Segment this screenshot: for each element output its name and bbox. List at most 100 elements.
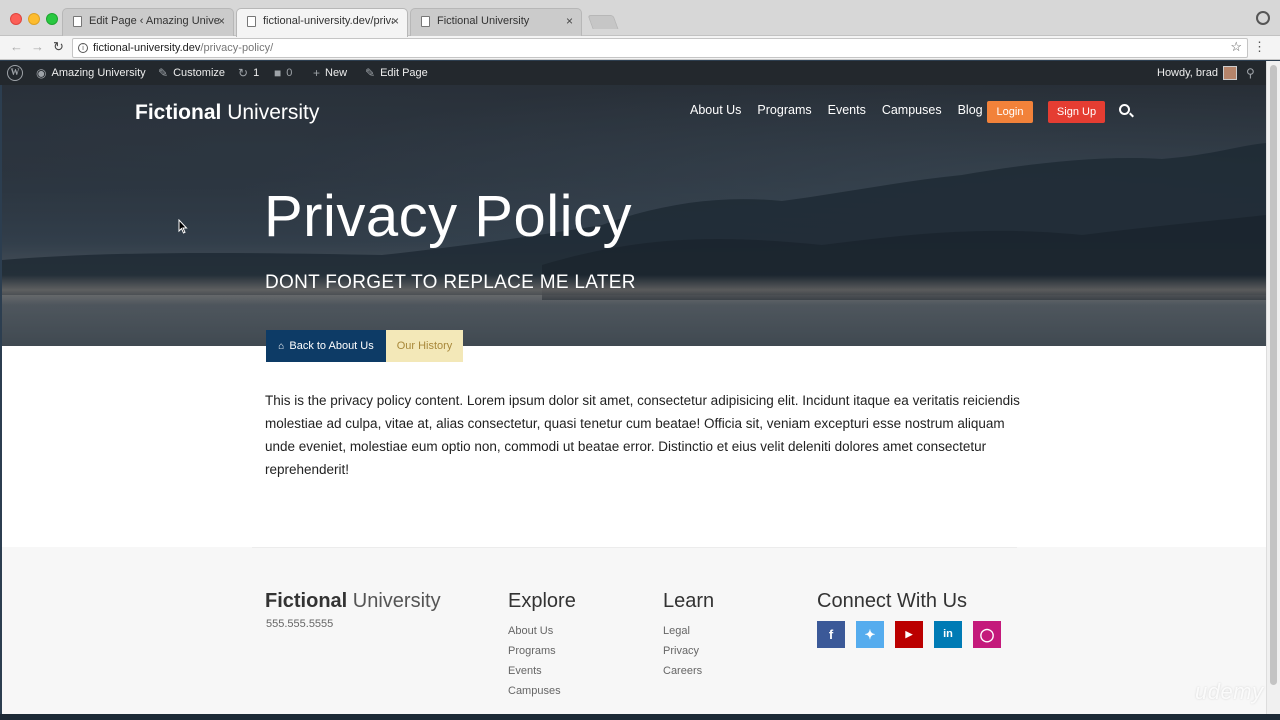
- footer-connect-title: Connect With Us: [817, 590, 968, 612]
- browser-tab-edit-page[interactable]: Edit Page ‹ Amazing University ×: [62, 8, 234, 36]
- page-subtitle: DONT FORGET TO REPLACE ME LATER: [265, 272, 636, 293]
- page-content: This is the privacy policy content. Lore…: [265, 393, 1020, 477]
- footer-link-privacy[interactable]: Privacy: [663, 641, 714, 661]
- signup-button[interactable]: Sign Up: [1048, 101, 1105, 123]
- info-icon[interactable]: i: [78, 43, 88, 53]
- footer-explore: Explore About Us Programs Events Campuse…: [508, 590, 576, 701]
- greeting-label: Howdy, brad: [1157, 67, 1218, 79]
- back-to-parent-button[interactable]: ⌂ Back to About Us: [266, 330, 386, 362]
- pencil-icon: ✎: [365, 66, 376, 80]
- avatar: [1222, 66, 1237, 80]
- close-window-button[interactable]: [10, 13, 22, 25]
- updates-icon: ↻: [238, 66, 249, 80]
- metabox: ⌂ Back to About Us Our History: [266, 330, 463, 362]
- profile-icon[interactable]: [1256, 11, 1270, 25]
- star-icon[interactable]: ☆: [1230, 39, 1242, 55]
- menu-icon[interactable]: ⋮: [1253, 39, 1266, 55]
- youtube-icon[interactable]: ▶: [895, 621, 923, 648]
- new-tab-button[interactable]: [587, 15, 619, 29]
- nav-campuses[interactable]: Campuses: [882, 103, 942, 117]
- back-to-parent-label: Back to About Us: [289, 340, 374, 352]
- tab-close-icon[interactable]: ×: [566, 14, 573, 28]
- tab-label: fictional-university.dev/privacy-policy/: [263, 15, 393, 27]
- footer-logo[interactable]: Fictional University: [265, 590, 441, 613]
- home-icon: ⌂: [278, 341, 285, 352]
- tab-label: Edit Page ‹ Amazing University: [89, 15, 219, 27]
- page-scrollbar[interactable]: [1266, 61, 1280, 714]
- tab-close-icon[interactable]: ×: [218, 14, 225, 28]
- dashboard-icon: ◉: [36, 66, 47, 80]
- current-page-breadcrumb[interactable]: Our History: [386, 330, 463, 362]
- footer-link-careers[interactable]: Careers: [663, 661, 714, 681]
- wp-admin-bar: W ◉ Amazing University ✎ Customize ↻ 1 ■…: [0, 61, 1266, 85]
- footer-link-about-us[interactable]: About Us: [508, 621, 576, 641]
- footer-divider: [252, 547, 1017, 548]
- url-path: /privacy-policy/: [200, 42, 274, 54]
- nav-blog[interactable]: Blog: [958, 103, 983, 117]
- comments-count: 0: [286, 67, 293, 79]
- footer-phone[interactable]: 555.555.5555: [266, 618, 333, 630]
- new-label: New: [325, 67, 348, 79]
- instagram-icon[interactable]: ◯: [973, 621, 1001, 648]
- logo-bold-text: Fictional: [135, 101, 222, 124]
- page-icon: [247, 16, 256, 27]
- login-button[interactable]: Login: [987, 101, 1033, 123]
- comment-icon: ■: [274, 66, 282, 80]
- main-navigation: About Us Programs Events Campuses Blog: [690, 103, 999, 117]
- linkedin-icon[interactable]: in: [934, 621, 962, 648]
- address-bar[interactable]: i fictional-university.dev/privacy-polic…: [72, 38, 1248, 58]
- scrollbar-thumb[interactable]: [1270, 65, 1277, 685]
- forward-icon[interactable]: →: [31, 39, 44, 54]
- udemy-watermark: udemy: [1195, 679, 1264, 704]
- plus-icon: +: [313, 66, 321, 80]
- admin-updates[interactable]: ↻ 1: [238, 66, 259, 80]
- site-logo[interactable]: Fictional University: [135, 101, 319, 125]
- footer-link-campuses[interactable]: Campuses: [508, 681, 576, 701]
- admin-edit-page[interactable]: ✎ Edit Page: [365, 66, 428, 80]
- footer-learn: Learn Legal Privacy Careers: [663, 590, 714, 681]
- admin-customize[interactable]: ✎ Customize: [158, 66, 225, 80]
- search-icon[interactable]: [1119, 104, 1130, 115]
- page-viewport: Fictional University About Us Programs E…: [2, 85, 1266, 714]
- admin-comments[interactable]: ■ 0: [274, 66, 292, 80]
- nav-about-us[interactable]: About Us: [690, 103, 741, 117]
- page-banner: Fictional University About Us Programs E…: [2, 85, 1266, 346]
- page-title: Privacy Policy: [264, 184, 632, 249]
- nav-events[interactable]: Events: [828, 103, 866, 117]
- back-icon[interactable]: ←: [10, 39, 23, 54]
- social-icons: f ✦ ▶ in ◯: [817, 621, 1001, 648]
- page-icon: [73, 16, 82, 27]
- tab-label: Fictional University: [437, 15, 530, 27]
- footer-explore-title: Explore: [508, 590, 576, 612]
- edit-page-label: Edit Page: [380, 67, 428, 79]
- customize-label: Customize: [173, 67, 226, 79]
- facebook-icon[interactable]: f: [817, 621, 845, 648]
- wordpress-logo-icon[interactable]: W: [7, 65, 23, 81]
- footer-link-programs[interactable]: Programs: [508, 641, 576, 661]
- magnifier-icon: ⚲: [1246, 66, 1255, 80]
- url-host: fictional-university.dev: [93, 42, 201, 54]
- minimize-window-button[interactable]: [28, 13, 40, 25]
- brush-icon: ✎: [158, 66, 169, 80]
- maximize-window-button[interactable]: [46, 13, 58, 25]
- footer-logo-light: University: [352, 590, 441, 612]
- nav-programs[interactable]: Programs: [757, 103, 811, 117]
- admin-site-name[interactable]: ◉ Amazing University: [36, 66, 146, 80]
- logo-light-text: University: [227, 101, 320, 124]
- admin-new[interactable]: + New: [313, 66, 347, 80]
- browser-toolbar: ← → ↻ i fictional-university.dev/privacy…: [0, 36, 1280, 60]
- footer-logo-bold: Fictional: [265, 590, 348, 612]
- footer-link-legal[interactable]: Legal: [663, 621, 714, 641]
- page-icon: [421, 16, 430, 27]
- site-footer: Fictional University 555.555.5555 Explor…: [2, 547, 1266, 714]
- reload-icon[interactable]: ↻: [53, 39, 64, 55]
- footer-link-events[interactable]: Events: [508, 661, 576, 681]
- browser-tab-fictional-university[interactable]: Fictional University ×: [410, 8, 582, 36]
- updates-count: 1: [253, 67, 260, 79]
- twitter-icon[interactable]: ✦: [856, 621, 884, 648]
- tab-close-icon[interactable]: ×: [392, 14, 399, 28]
- browser-tab-bar: Edit Page ‹ Amazing University × fiction…: [0, 0, 1280, 37]
- admin-search-icon[interactable]: ⚲: [1246, 66, 1255, 80]
- admin-account[interactable]: Howdy, brad: [1157, 66, 1237, 80]
- browser-tab-privacy-policy[interactable]: fictional-university.dev/privacy-policy/…: [236, 8, 408, 37]
